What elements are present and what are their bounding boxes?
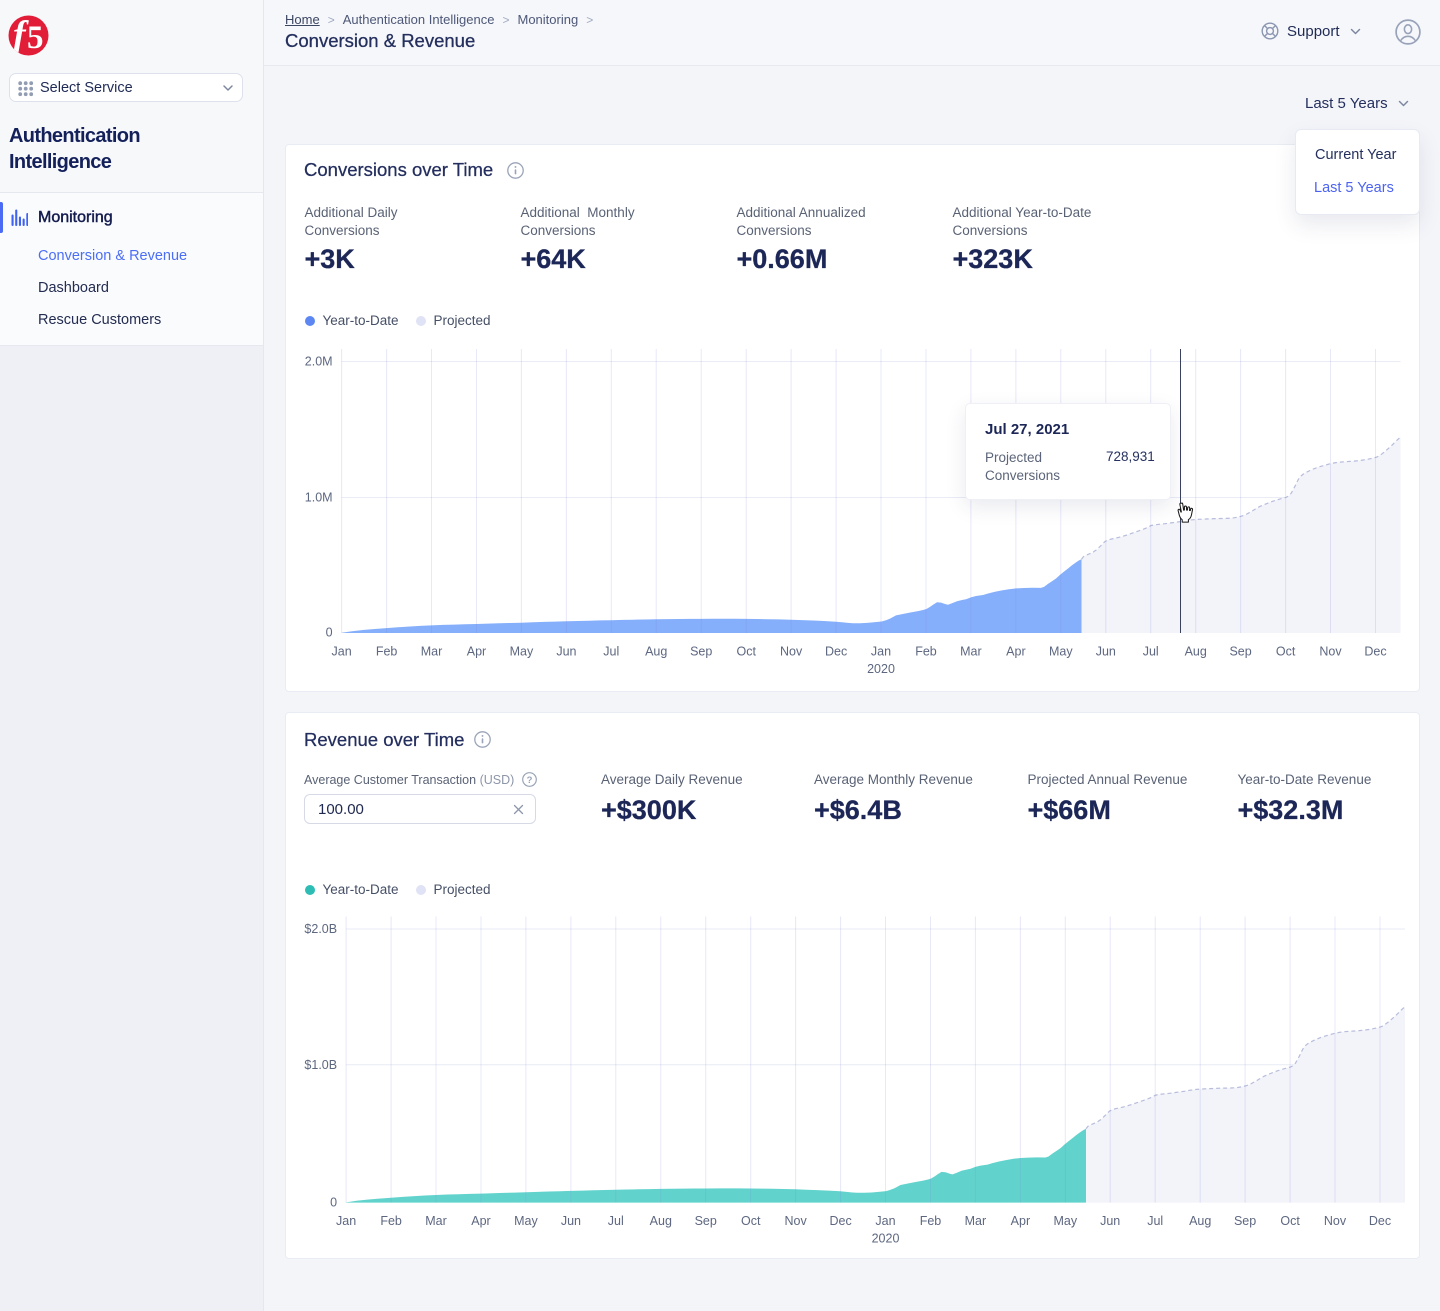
svg-text:?: ? <box>527 775 533 786</box>
svg-text:Jun: Jun <box>556 645 576 659</box>
svg-text:Aug: Aug <box>645 645 667 659</box>
svg-text:Sep: Sep <box>1234 1214 1256 1228</box>
svg-text:Sep: Sep <box>690 645 712 659</box>
svg-text:Jul: Jul <box>608 1214 624 1228</box>
svg-text:0: 0 <box>326 626 333 640</box>
svg-text:Apr: Apr <box>1011 1214 1030 1228</box>
svg-text:Nov: Nov <box>780 645 803 659</box>
svg-text:Jun: Jun <box>1100 1214 1120 1228</box>
svg-text:Feb: Feb <box>920 1214 942 1228</box>
svg-text:Dec: Dec <box>1364 645 1386 659</box>
svg-text:2.0M: 2.0M <box>305 355 333 369</box>
svg-text:Oct: Oct <box>741 1214 761 1228</box>
svg-text:5: 5 <box>27 20 44 56</box>
svg-text:Jan: Jan <box>332 645 352 659</box>
svg-text:Jan: Jan <box>336 1214 356 1228</box>
svg-text:May: May <box>510 645 534 659</box>
svg-text:Jul: Jul <box>603 645 619 659</box>
svg-text:Jun: Jun <box>561 1214 581 1228</box>
svg-text:Oct: Oct <box>736 645 756 659</box>
svg-text:Aug: Aug <box>1185 645 1207 659</box>
svg-text:Nov: Nov <box>1319 645 1342 659</box>
svg-text:2020: 2020 <box>872 1232 900 1246</box>
svg-text:Apr: Apr <box>467 645 486 659</box>
svg-text:May: May <box>1053 1214 1077 1228</box>
svg-text:Nov: Nov <box>784 1214 807 1228</box>
svg-text:Jul: Jul <box>1147 1214 1163 1228</box>
svg-text:$2.0B: $2.0B <box>304 922 337 936</box>
svg-text:Mar: Mar <box>425 1214 447 1228</box>
svg-text:Aug: Aug <box>650 1214 672 1228</box>
svg-text:May: May <box>1049 645 1073 659</box>
svg-text:$1.0B: $1.0B <box>304 1058 337 1072</box>
svg-text:Sep: Sep <box>695 1214 717 1228</box>
svg-text:Dec: Dec <box>1369 1214 1391 1228</box>
svg-text:Apr: Apr <box>1006 645 1025 659</box>
svg-text:Oct: Oct <box>1280 1214 1300 1228</box>
svg-text:Mar: Mar <box>421 645 443 659</box>
svg-text:Apr: Apr <box>471 1214 490 1228</box>
svg-text:Sep: Sep <box>1229 645 1251 659</box>
svg-text:Dec: Dec <box>829 1214 851 1228</box>
svg-text:Nov: Nov <box>1324 1214 1347 1228</box>
svg-text:May: May <box>514 1214 538 1228</box>
svg-text:Mar: Mar <box>965 1214 987 1228</box>
svg-text:Oct: Oct <box>1276 645 1296 659</box>
svg-text:2020: 2020 <box>867 662 895 676</box>
svg-text:Feb: Feb <box>380 1214 402 1228</box>
svg-text:Dec: Dec <box>825 645 847 659</box>
svg-text:1.0M: 1.0M <box>305 491 333 505</box>
svg-text:Feb: Feb <box>376 645 398 659</box>
svg-text:Jan: Jan <box>875 1214 895 1228</box>
svg-text:Feb: Feb <box>915 645 937 659</box>
svg-text:Jan: Jan <box>871 645 891 659</box>
svg-text:Jun: Jun <box>1096 645 1116 659</box>
svg-text:Mar: Mar <box>960 645 982 659</box>
svg-text:0: 0 <box>330 1195 337 1209</box>
svg-text:Aug: Aug <box>1189 1214 1211 1228</box>
svg-text:Jul: Jul <box>1143 645 1159 659</box>
